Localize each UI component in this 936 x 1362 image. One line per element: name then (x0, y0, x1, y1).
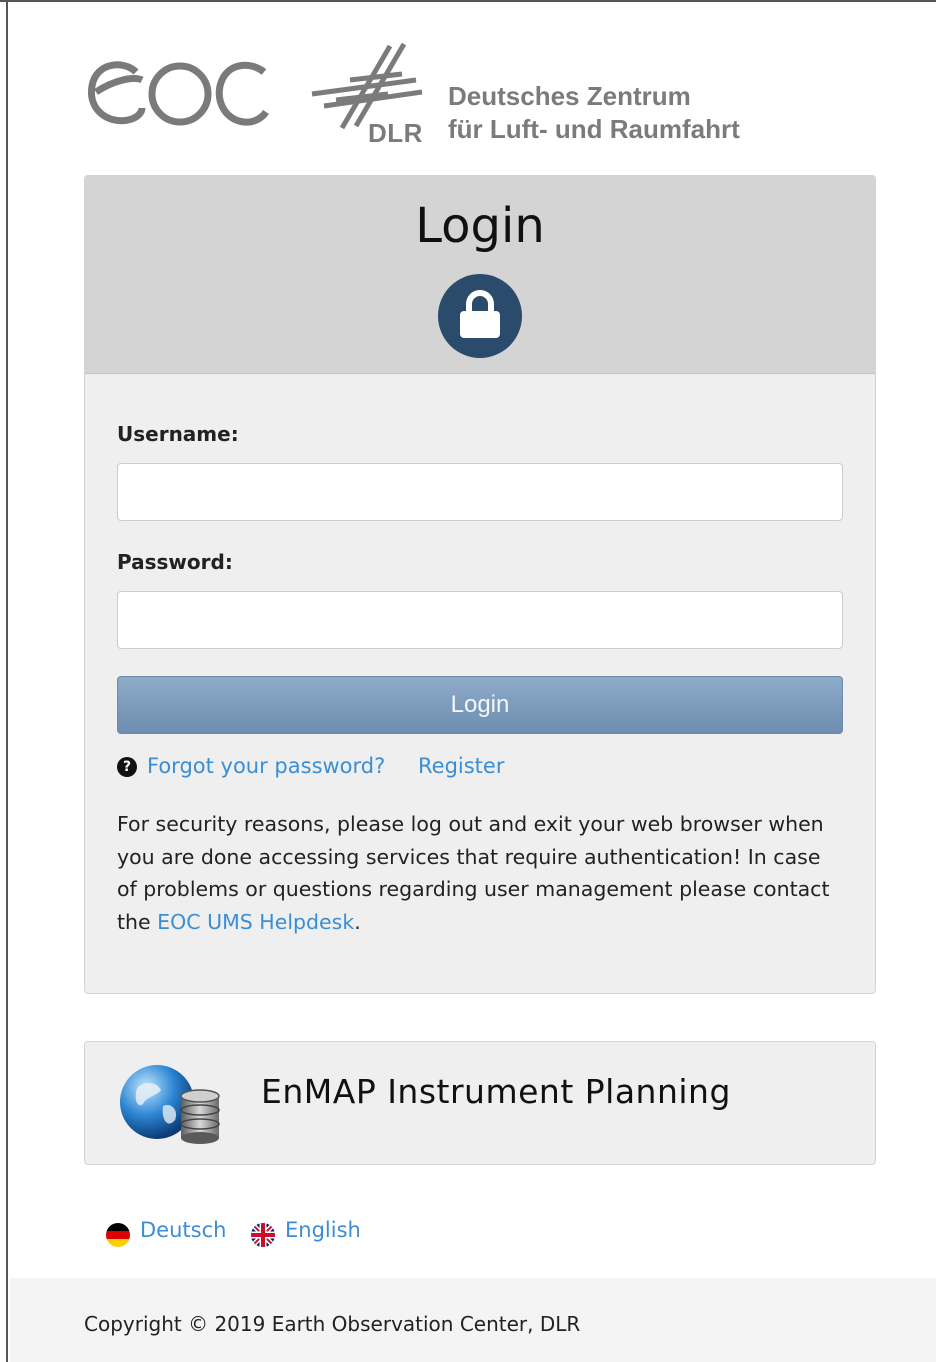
window-left-border (0, 0, 8, 1362)
password-input[interactable] (117, 591, 843, 649)
login-panel: Login Username: Password: Login ? Forgot… (84, 175, 876, 994)
uk-flag-icon (251, 1223, 275, 1247)
german-flag-icon (106, 1223, 130, 1247)
dlr-name-line1: Deutsches Zentrum (448, 81, 691, 111)
question-circle-icon: ? (117, 757, 137, 777)
language-english-label: English (285, 1218, 361, 1242)
copyright-text: Copyright © 2019 Earth Observation Cente… (84, 1312, 581, 1336)
password-label: Password: (117, 550, 233, 574)
dlr-abbreviation: DLR (368, 118, 423, 148)
login-button[interactable]: Login (117, 676, 843, 734)
globe-database-icon (120, 1065, 220, 1144)
dlr-name-line2: für Luft- und Raumfahrt (448, 114, 740, 144)
register-link[interactable]: Register (418, 754, 504, 778)
application-panel[interactable]: EnMAP Instrument Planning (84, 1041, 876, 1165)
username-input[interactable] (117, 463, 843, 521)
security-notice: For security reasons, please log out and… (117, 808, 837, 938)
forgot-password-link[interactable]: Forgot your password? (147, 754, 385, 778)
eoc-logo (88, 61, 269, 126)
security-notice-end: . (354, 909, 361, 934)
app-title: EnMAP Instrument Planning (261, 1072, 731, 1111)
username-label: Username: (117, 422, 239, 446)
language-deutsch-label: Deutsch (140, 1218, 227, 1242)
footer: Copyright © 2019 Earth Observation Cente… (10, 1278, 936, 1362)
login-title: Login (415, 198, 545, 254)
login-panel-header: Login (85, 176, 875, 374)
lock-icon (460, 290, 500, 338)
lock-badge (438, 274, 522, 358)
window-top-border (0, 0, 936, 2)
helpdesk-link[interactable]: EOC UMS Helpdesk (157, 910, 354, 934)
header-logos: DLR Deutsches Zentrum für Luft- und Raum… (84, 38, 864, 148)
dlr-full-name: Deutsches Zentrum für Luft- und Raumfahr… (448, 80, 740, 146)
